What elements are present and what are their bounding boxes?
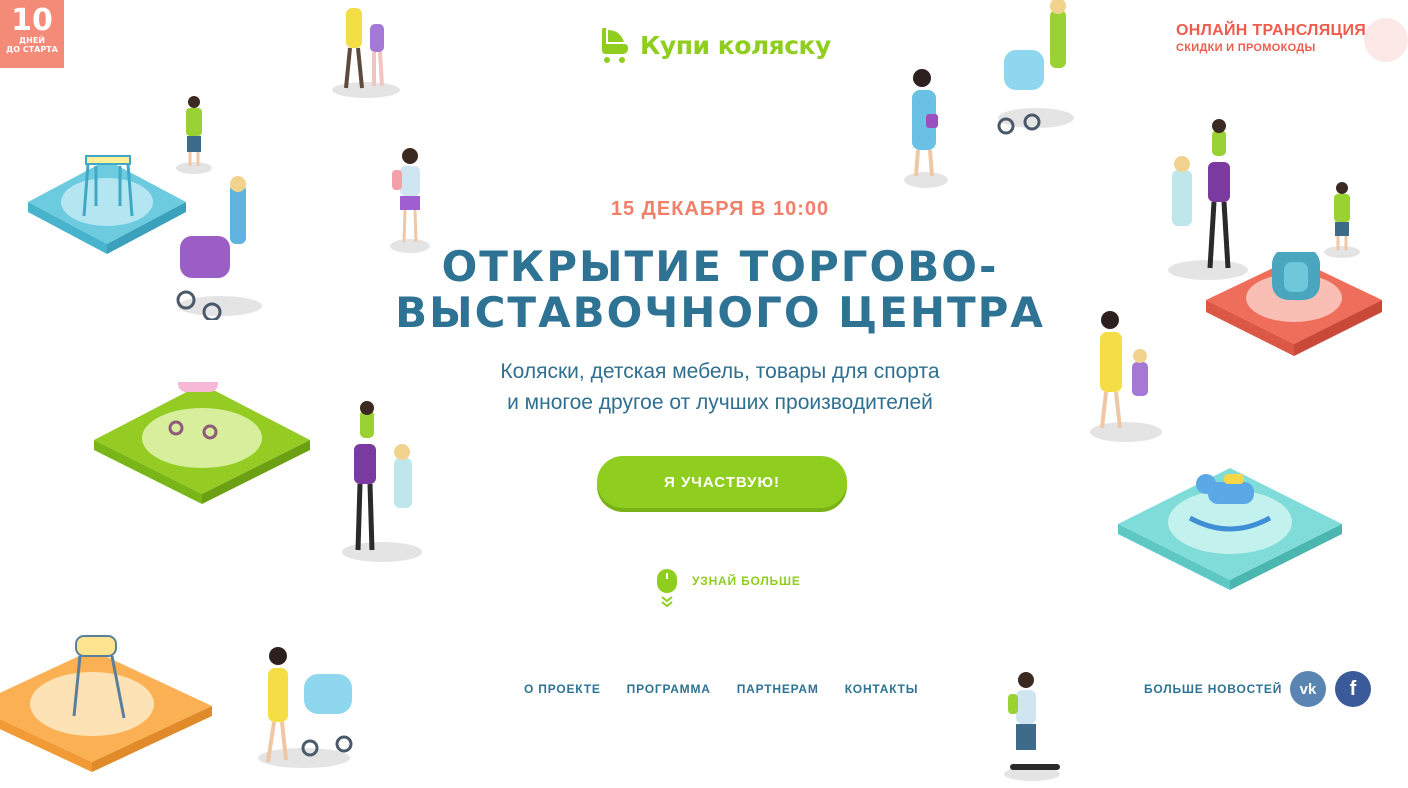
- mother-and-daughter-illustration: [330, 0, 402, 100]
- facebook-icon[interactable]: f: [1335, 671, 1371, 707]
- page-title-line1: ОТКРЫТИЕ ТОРГОВО-: [441, 242, 999, 291]
- footer-nav: О ПРОЕКТЕ ПРОГРАММА ПАРТНЕРАМ КОНТАКТЫ: [524, 682, 918, 696]
- rocking-horse-platform-illustration: [1116, 462, 1344, 590]
- page-subtitle: Коляски, детская мебель, товары для спор…: [0, 356, 1408, 418]
- mouse-scroll-icon: [657, 569, 677, 608]
- event-date: 15 ДЕКАБРЯ В 10:00: [610, 198, 830, 220]
- woman-with-cradle-stroller-illustration: [254, 644, 360, 772]
- nav-program[interactable]: ПРОГРАММА: [627, 682, 711, 696]
- live-stream-link[interactable]: ОНЛАЙН ТРАНСЛЯЦИЯ СКИДКИ И ПРОМОКОДЫ: [1176, 22, 1366, 54]
- learn-more-label: УЗНАЙ БОЛЬШЕ: [692, 574, 801, 588]
- stroller-logo-icon: [602, 28, 628, 63]
- participate-button[interactable]: Я УЧАСТВУЮ!: [597, 456, 847, 508]
- feeding-chair-platform-illustration: [0, 632, 214, 772]
- page-title: ОТКРЫТИЕ ТОРГОВО- ВЫСТАВОЧНОГО ЦЕНТРА: [0, 244, 1408, 336]
- learn-more-link[interactable]: УЗНАЙ БОЛЬШЕ: [656, 568, 801, 608]
- countdown-number: 10: [11, 3, 53, 38]
- skateboarder-illustration: [1000, 670, 1064, 782]
- woman-with-blue-stroller-illustration: [996, 0, 1080, 136]
- live-indicator-dot: [1364, 18, 1408, 62]
- vk-icon[interactable]: vk: [1290, 671, 1326, 707]
- nav-about[interactable]: О ПРОЕКТЕ: [524, 682, 601, 696]
- more-news-label: БОЛЬШЕ НОВОСТЕЙ: [1144, 682, 1283, 696]
- page-title-line2: ВЫСТАВОЧНОГО ЦЕНТРА: [395, 288, 1045, 337]
- countdown-label-days: ДНЕЙ: [19, 36, 45, 45]
- live-stream-title: ОНЛАЙН ТРАНСЛЯЦИЯ: [1176, 22, 1367, 39]
- page-subtitle-line1: Коляски, детская мебель, товары для спор…: [500, 360, 940, 383]
- countdown-label-start: ДО СТАРТА: [6, 45, 58, 54]
- nav-contacts[interactable]: КОНТАКТЫ: [845, 682, 919, 696]
- countdown-badge: 10 ДНЕЙ ДО СТАРТА: [0, 0, 64, 68]
- woman-with-phone-illustration: [902, 66, 950, 190]
- live-stream-subtitle: СКИДКИ И ПРОМОКОДЫ: [1176, 42, 1316, 54]
- logo-text: Купи коляску: [640, 30, 831, 60]
- nav-partners[interactable]: ПАРТНЕРАМ: [737, 682, 819, 696]
- logo[interactable]: Купи коляску: [598, 24, 831, 66]
- page-subtitle-line2: и многое другое от лучших производителей: [507, 391, 933, 414]
- father-and-mother-with-child-illustration: [342, 400, 428, 564]
- boy-illustration: [174, 94, 214, 176]
